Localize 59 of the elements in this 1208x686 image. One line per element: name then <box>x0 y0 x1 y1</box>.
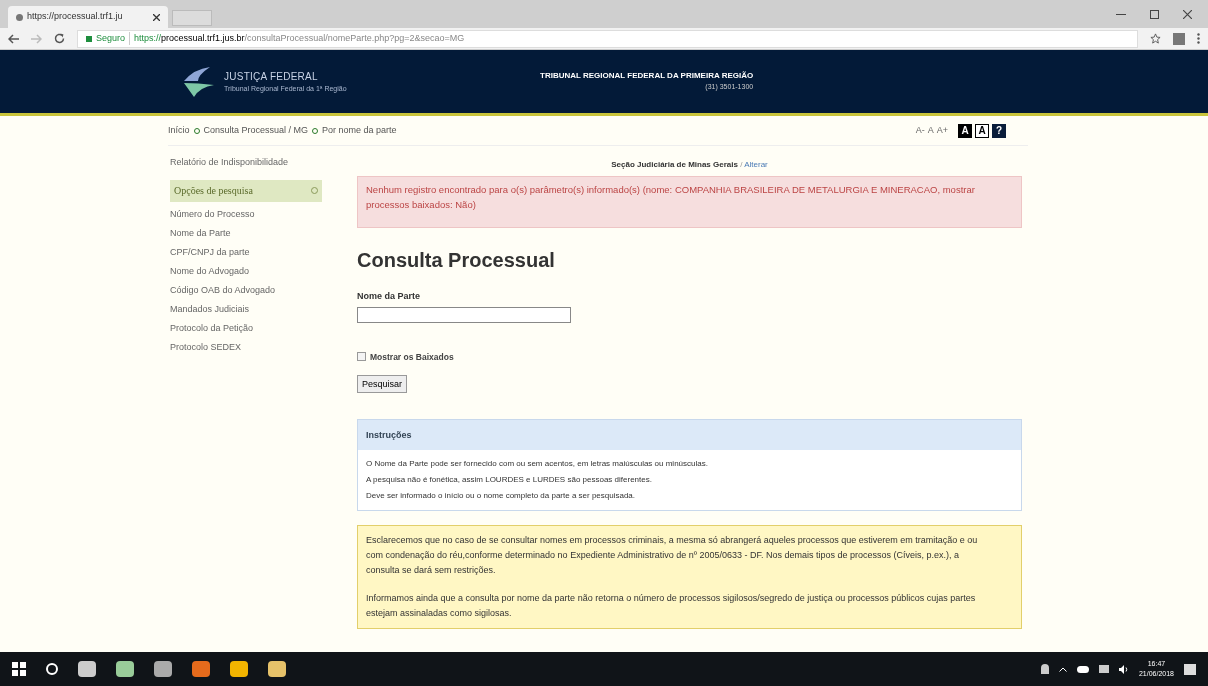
section-label: Seção Judiciária de Minas Gerais <box>611 160 738 169</box>
url-text: https://processual.trf1.jus.br/consultaProcessual/nomeParte.php?pg=2&secao=MG <box>134 31 465 45</box>
logo-title: JUSTIÇA FEDERAL <box>224 69 319 84</box>
change-link[interactable]: Alterar <box>744 160 768 169</box>
font-size-button[interactable]: A <box>927 123 934 138</box>
breadcrumb-link[interactable]: Início <box>168 123 190 138</box>
close-icon[interactable] <box>153 13 160 21</box>
minimize-icon[interactable] <box>1116 13 1126 15</box>
cloud-icon[interactable] <box>1076 665 1089 673</box>
sidebar-item[interactable]: Protocolo da Petição <box>170 321 322 335</box>
sidebar-item[interactable]: Código OAB do Advogado <box>170 283 322 297</box>
notice-text: Informamos ainda que a consulta por nome da parte não retorna o número de processos sigilosos/segredo de justiça ou processos públicos cujas partes estejam assinaladas como sigilosas. <box>366 592 977 621</box>
menu-icon[interactable] <box>1197 33 1200 44</box>
search-button[interactable]: Pesquisar <box>357 375 408 394</box>
sidebar-item[interactable]: Nome da Parte <box>170 226 322 240</box>
instruction-text: O Nome da Parte pode ser fornecido com ou sem acentos, em letras maiúsculas ou minúsculas. <box>366 458 709 471</box>
sidebar-item[interactable]: Número do Processo <box>170 207 322 221</box>
person-icon[interactable] <box>1040 664 1049 674</box>
page-icon <box>16 13 23 21</box>
sidebar-item[interactable]: CPF/CNPJ da parte <box>170 245 322 259</box>
instruction-text: A pesquisa não é fonética, assim LOURDES e LURDES são pessoas diferentes. <box>366 474 653 487</box>
tab-title: https://processual.trf1.ju <box>27 10 123 24</box>
sidebar-item[interactable]: Mandados Judiciais <box>170 302 322 316</box>
font-size-button[interactable]: A+ <box>936 123 948 138</box>
back-icon[interactable] <box>8 33 19 44</box>
field-label: Nome da Parte <box>357 290 422 303</box>
close-icon[interactable] <box>1183 9 1192 19</box>
checkbox[interactable] <box>357 352 366 362</box>
windows-icon[interactable] <box>12 662 26 676</box>
search-icon[interactable] <box>46 663 58 675</box>
font-size-button[interactable]: A- <box>915 123 925 138</box>
page-title: Consulta Processual <box>357 248 556 273</box>
name-field[interactable] <box>357 306 571 323</box>
breadcrumb-link[interactable]: Por nome da parte <box>322 123 397 138</box>
notice-text: Esclarecemos que no caso de se consultar nomes em processos criminais, a mesma só abrangerá aqueles processos que estiverem em tramitação e ou com condenação do réu,conforme determinado no Expediente Administrativo de nº 2005/0633 - DF. Nos demais tipos de processos (Cíveis, p.ex.), a consulta se dará sem restrições. <box>366 534 979 578</box>
sidebar-item[interactable]: Nome do Advogado <box>170 264 322 278</box>
contrast-button[interactable]: A <box>958 123 972 138</box>
panel-title: Instruções <box>366 428 412 442</box>
separator: / <box>740 160 743 169</box>
breadcrumb-link[interactable]: Consulta Processual / MG <box>203 123 309 138</box>
section-title: Opções de pesquisa <box>174 184 253 198</box>
court-name: TRIBUNAL REGIONAL FEDERAL DA PRIMEIRA REGIÃO <box>540 70 754 83</box>
contrast-button[interactable]: ? <box>992 123 1006 138</box>
sidebar-item[interactable]: Protocolo SEDEX <box>170 340 322 354</box>
security-label: Seguro <box>96 31 131 46</box>
address-bar[interactable]: Seguro https://processual.trf1.jus.br/consultaProcessual/nomeParte.php?pg=2&secao=MG <box>77 29 1138 48</box>
sidebar-link[interactable]: Relatório de Indisponibilidade <box>170 156 322 170</box>
star-icon[interactable] <box>1150 33 1161 44</box>
speaker-icon[interactable] <box>1118 664 1129 674</box>
contrast-button[interactable]: A <box>975 123 989 138</box>
instruction-text: Deve ser informado o início ou o nome completo da parte a ser pesquisada. <box>366 490 637 503</box>
sidebar-section-header[interactable]: Opções de pesquisa <box>170 179 322 202</box>
checkbox-label: Mostrar os Baixados <box>370 350 454 364</box>
lock-icon <box>86 35 92 42</box>
reload-icon[interactable] <box>54 33 65 44</box>
error-message: Nenhum registro encontrado para o(s) parâmetro(s) informado(s) (nome: COMPANHIA BRASILEIRA DE METALURGIA E MINERACAO, mostrar processos baixados: Não) <box>357 176 1022 228</box>
maximize-icon[interactable] <box>1150 9 1159 19</box>
caret-icon[interactable] <box>1058 666 1067 672</box>
browser-tab[interactable]: https://processual.trf1.ju <box>8 6 168 28</box>
